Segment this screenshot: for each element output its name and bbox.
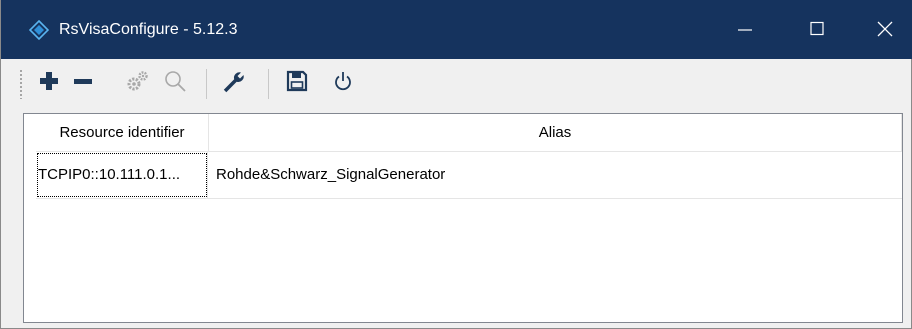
toolbar: [1, 59, 911, 107]
maximize-icon: [810, 21, 824, 36]
close-button[interactable]: [857, 0, 912, 59]
maximize-button[interactable]: [789, 0, 845, 59]
wrench-icon: [223, 72, 244, 93]
column-header-alias[interactable]: Alias: [209, 114, 902, 152]
tools-button[interactable]: [217, 65, 249, 97]
gears-icon: [127, 71, 148, 91]
power-button[interactable]: [327, 65, 359, 97]
find-button[interactable]: [159, 65, 191, 97]
toolbar-separator: [206, 69, 207, 99]
title-bar[interactable]: RsVisaConfigure - 5.12.3: [1, 0, 912, 59]
settings-button[interactable]: [121, 65, 153, 97]
resource-table[interactable]: Resource identifier Alias TCPIP0::10.111…: [23, 113, 903, 323]
table-row[interactable]: TCPIP0::10.111.0.1... Rohde&Schwarz_Sign…: [36, 152, 902, 199]
window-title: RsVisaConfigure - 5.12.3: [59, 21, 238, 38]
alias-cell[interactable]: Rohde&Schwarz_SignalGenerator: [216, 152, 896, 198]
floppy-disk-icon: [286, 70, 308, 92]
save-button[interactable]: [281, 65, 313, 97]
minus-icon: [74, 79, 92, 84]
app-logo-icon: [28, 19, 50, 41]
magnifier-icon: [165, 71, 186, 92]
column-header-resource-identifier[interactable]: Resource identifier: [36, 114, 209, 152]
toolbar-grip[interactable]: [19, 69, 23, 99]
plus-icon: [40, 72, 58, 90]
minimize-icon: [738, 29, 752, 31]
close-icon: [877, 21, 893, 37]
toolbar-separator: [268, 69, 269, 99]
add-button[interactable]: [33, 65, 65, 97]
minimize-button[interactable]: [717, 0, 773, 59]
resource-identifier-cell[interactable]: TCPIP0::10.111.0.1...: [36, 152, 208, 198]
remove-button[interactable]: [67, 65, 99, 97]
rsvisaconfigure-window: RsVisaConfigure - 5.12.3 Resource identi…: [0, 0, 912, 329]
power-icon: [335, 72, 351, 91]
